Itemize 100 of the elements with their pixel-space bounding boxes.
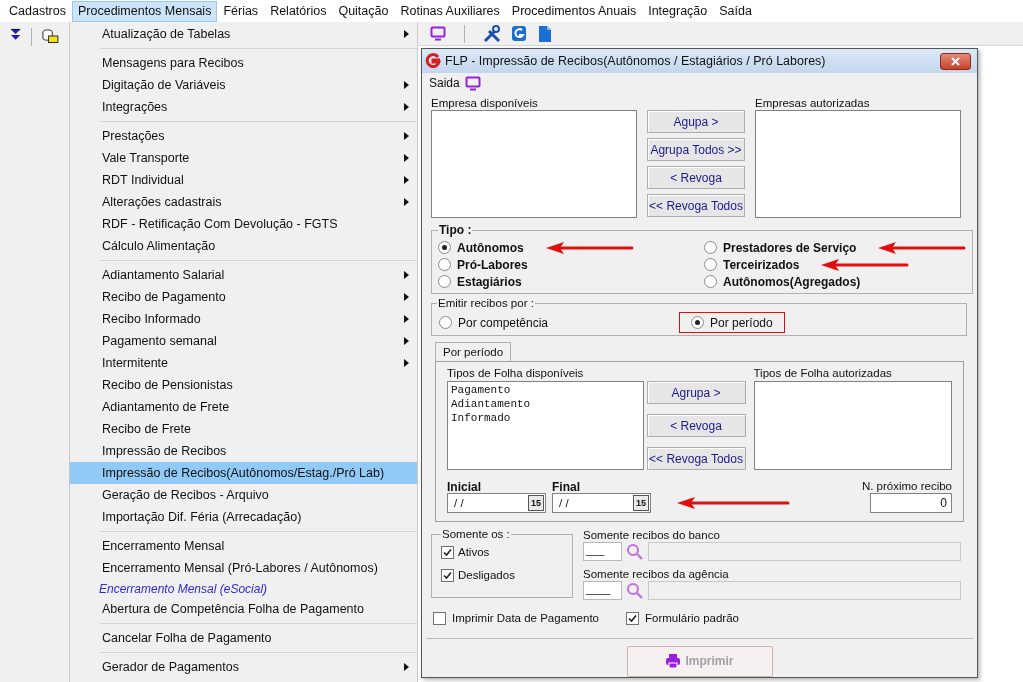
menu-item-label: Abertura de Competência Folha de Pagamento: [102, 600, 364, 618]
radio-button[interactable]: [438, 275, 451, 288]
menu-item-label: Geração de Recibos - Arquivo: [102, 486, 269, 504]
action-button[interactable]: << Revoga Todos: [647, 194, 745, 217]
menu-item[interactable]: Encerramento Mensal (Pró-Labores / Autônomos): [70, 557, 417, 579]
menu-item[interactable]: Encerramento Mensal: [70, 535, 417, 557]
menu-item[interactable]: Integrações: [70, 96, 417, 118]
database-folder-icon[interactable]: [42, 28, 59, 44]
close-icon: [951, 56, 960, 66]
radio-label: Autônomos: [457, 239, 524, 257]
menu-item[interactable]: Intermitente: [70, 352, 417, 374]
monitor-icon[interactable]: [464, 75, 481, 91]
checkbox[interactable]: [433, 612, 446, 626]
list-box[interactable]: [755, 110, 961, 218]
menu-item-label: Impressão de Recibos: [102, 442, 227, 460]
menu-bar-item[interactable]: Cadastros: [3, 0, 72, 22]
date-label: Inicial: [447, 479, 482, 494]
radio-button[interactable]: [704, 275, 717, 288]
menu-bar-item[interactable]: Rotinas Auxiliares: [394, 0, 506, 22]
menu-item[interactable]: Prestações: [70, 125, 417, 147]
menu-item-label: Encerramento Mensal: [102, 537, 225, 555]
logo-icon[interactable]: [511, 25, 527, 42]
action-button[interactable]: Agrupa Todos >>: [647, 138, 745, 161]
radio-label: Autônomos(Agregados): [723, 273, 861, 291]
close-button[interactable]: [940, 52, 971, 70]
menu-item[interactable]: Cálculo Alimentação: [70, 235, 417, 257]
menu-item[interactable]: Digitação de Variáveis: [70, 74, 417, 96]
menu-item[interactable]: Impressão de Recibos(Autônomos/Estag./Pró Lab): [70, 462, 417, 484]
list-box[interactable]: Pagamento Adiantamento Informado: [447, 381, 644, 471]
menu-item[interactable]: Recibo de Frete: [70, 418, 417, 440]
menu-item-label: RDT Individual: [102, 171, 184, 189]
menu-bar-item[interactable]: Relatórios: [264, 0, 333, 22]
checkbox[interactable]: [441, 568, 454, 582]
number-field[interactable]: 0: [870, 493, 952, 514]
radio-button[interactable]: [438, 241, 451, 254]
checkbox[interactable]: [626, 612, 639, 626]
date-field[interactable]: / / 15: [552, 493, 651, 514]
search-icon[interactable]: [625, 581, 645, 600]
tab[interactable]: Por período: [435, 342, 512, 362]
list-item[interactable]: Adiantamento: [451, 397, 640, 412]
date-field[interactable]: / / 15: [447, 493, 546, 514]
action-button[interactable]: << Revoga Todos: [646, 447, 746, 471]
menu-bar-item[interactable]: Férias: [217, 0, 265, 22]
action-button[interactable]: Agrupa >: [646, 381, 746, 405]
field-label: Somente recibos do banco: [583, 528, 721, 543]
group-label: Emitir recibos por :: [437, 296, 535, 311]
list-label: Tipos de Folha autorizadas: [753, 366, 893, 382]
field-label: N. próximo recibo: [861, 479, 952, 494]
menu-item[interactable]: Vale Transporte: [70, 147, 417, 169]
menu-item-label: Atualização de Tabelas: [102, 25, 231, 43]
list-item[interactable]: Informado: [451, 411, 640, 426]
menu-item[interactable]: Pagamento semanal: [70, 330, 417, 352]
checkbox-label: Imprimir Data de Pagamento: [452, 611, 599, 627]
menu-item[interactable]: Recibo Informado: [70, 308, 417, 330]
action-button[interactable]: < Revoga: [646, 414, 746, 438]
menu-bar-item[interactable]: Saída: [713, 0, 758, 22]
menu-item[interactable]: Adiantamento de Frete: [70, 396, 417, 418]
menu-item-label: Mensagens para Recibos: [102, 54, 244, 72]
menu-item[interactable]: Impressão de Recibos: [70, 440, 417, 462]
list-box[interactable]: [753, 381, 952, 471]
menu-item[interactable]: Importação Dif. Féria (Arrecadação): [70, 506, 417, 528]
menu-bar-item[interactable]: Procedimentos Mensais: [72, 0, 218, 22]
menu-item[interactable]: RDT Individual: [70, 169, 417, 191]
menu-item[interactable]: Cancelar Folha de Pagamento: [70, 627, 417, 649]
action-button[interactable]: Agupa >: [647, 110, 745, 133]
monitor-icon[interactable]: [430, 26, 446, 41]
action-button[interactable]: < Revoga: [647, 166, 745, 189]
radio-button[interactable]: [704, 241, 717, 254]
menu-bar-item[interactable]: Procedimentos Anuais: [505, 0, 643, 22]
radio-button[interactable]: [704, 258, 717, 271]
menu-item[interactable]: Adiantamento Salarial: [70, 264, 417, 286]
menu-item[interactable]: Encerramento Mensal (eSocial): [70, 579, 417, 598]
radio-button[interactable]: [438, 258, 451, 271]
menu-item[interactable]: Recibo de Pagamento: [70, 286, 417, 308]
menu-item[interactable]: RDF - Retificação Com Devolução - FGTS: [70, 213, 417, 235]
list-box[interactable]: [431, 110, 637, 218]
tools-icon[interactable]: [483, 24, 501, 43]
radio-button[interactable]: [691, 316, 704, 330]
radio-label: Por competência: [458, 314, 549, 332]
code-field[interactable]: ___: [583, 542, 622, 562]
menu-item[interactable]: Mensagens para Recibos: [70, 52, 417, 74]
search-icon[interactable]: [625, 542, 645, 561]
list-item[interactable]: Pagamento: [451, 383, 640, 398]
menu-item[interactable]: Geração de Recibos - Arquivo: [70, 484, 417, 506]
menu-item[interactable]: Saida: [429, 74, 460, 92]
menu-item[interactable]: Abertura de Competência Folha de Pagamento: [70, 598, 417, 620]
menu-item[interactable]: Atualização de Tabelas: [70, 23, 417, 45]
menu-item[interactable]: Recibo de Pensionistas: [70, 374, 417, 396]
radio-button[interactable]: [439, 316, 452, 330]
calendar-icon[interactable]: 15: [633, 495, 649, 512]
calendar-icon[interactable]: 15: [528, 495, 544, 512]
code-field[interactable]: ____: [583, 581, 622, 601]
menu-bar-item[interactable]: Integração: [642, 0, 714, 22]
document-icon[interactable]: [537, 24, 553, 43]
menu-item[interactable]: Gerador de Pagamentos: [70, 656, 417, 678]
checkbox[interactable]: [441, 545, 454, 559]
menu-bar-item[interactable]: Quitação: [332, 0, 395, 22]
menu-item[interactable]: Alterações cadastrais: [70, 191, 417, 213]
list-label: Tipos de Folha disponíveis: [447, 366, 585, 382]
double-down-arrow-icon[interactable]: [10, 28, 22, 42]
